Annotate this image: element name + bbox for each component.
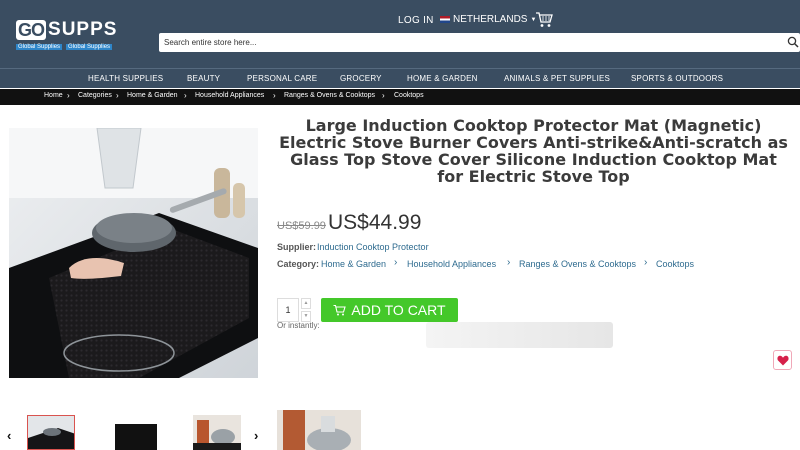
product-secondary-image[interactable]	[277, 410, 361, 450]
breadcrumb: Home › Categories › Home & Garden › Hous…	[0, 89, 800, 105]
category-link-home-garden[interactable]: Home & Garden	[321, 259, 386, 269]
search-input[interactable]	[159, 33, 779, 52]
supplier-label: Supplier:	[277, 242, 317, 252]
chevron-right-icon: ›	[507, 257, 511, 268]
chevron-right-icon: ›	[644, 257, 648, 268]
express-payment-button[interactable]	[426, 322, 613, 348]
category-label: Category:	[277, 259, 320, 269]
nav-item-health-supplies[interactable]: HEALTH SUPPLIES	[88, 74, 163, 83]
chevron-right-icon: ›	[184, 91, 187, 100]
breadcrumb-home[interactable]: Home	[44, 92, 63, 99]
country-label: NETHERLANDS	[453, 14, 528, 25]
product-photo	[9, 128, 258, 378]
logo-tagline-2: Global Supplies	[66, 44, 113, 50]
category-link-household-appliances[interactable]: Household Appliances	[407, 259, 496, 269]
chevron-right-icon: ›	[394, 257, 398, 268]
site-header: GO SUPPS Global Supplies Global Supplies…	[0, 0, 800, 68]
chevron-right-icon: ›	[273, 91, 276, 100]
site-logo[interactable]: GO SUPPS Global Supplies Global Supplies	[16, 18, 138, 56]
nav-item-animals-pet-supplies[interactable]: ANIMALS & PET SUPPLIES	[504, 74, 610, 83]
login-link[interactable]: LOG IN	[398, 15, 434, 26]
logo-go-text: GO	[16, 20, 47, 40]
logo-supps-text: SUPPS	[48, 19, 118, 40]
secondary-photo	[277, 410, 361, 450]
add-to-cart-button[interactable]: ADD TO CART	[321, 298, 458, 322]
country-selector[interactable]: NETHERLANDS ▼	[440, 14, 536, 25]
wishlist-button[interactable]	[773, 350, 792, 370]
category-link-cooktops[interactable]: Cooktops	[656, 259, 694, 269]
thumbnail-image	[112, 415, 160, 450]
quantity-input[interactable]: 1	[277, 298, 299, 322]
sale-price: US$44.99	[328, 211, 422, 234]
product-thumbnail[interactable]	[112, 415, 160, 450]
nav-item-grocery[interactable]: GROCERY	[340, 74, 382, 83]
breadcrumb-home-garden[interactable]: Home & Garden	[127, 92, 178, 99]
product-thumbnail[interactable]	[193, 415, 241, 450]
chevron-right-icon: ›	[116, 91, 119, 100]
thumbnail-next-icon[interactable]: ›	[254, 428, 258, 443]
chevron-right-icon: ›	[67, 91, 70, 100]
or-instantly-label: Or instantly:	[277, 321, 320, 330]
breadcrumb-cooktops[interactable]: Cooktops	[394, 92, 424, 99]
search-bar	[159, 33, 800, 52]
category-link-ranges-ovens-cooktops[interactable]: Ranges & Ovens & Cooktops	[519, 259, 636, 269]
thumbnail-image	[28, 416, 74, 449]
add-to-cart-label: ADD TO CART	[351, 302, 446, 318]
breadcrumb-ranges-ovens-cooktops[interactable]: Ranges & Ovens & Cooktops	[284, 92, 375, 99]
main-nav: HEALTH SUPPLIES BEAUTY PERSONAL CARE GRO…	[0, 68, 800, 88]
cart-icon	[333, 304, 347, 315]
product-main-image[interactable]	[9, 128, 258, 378]
nav-item-sports-outdoors[interactable]: SPORTS & OUTDOORS	[631, 74, 723, 83]
thumbnail-image	[193, 415, 241, 450]
nav-item-personal-care[interactable]: PERSONAL CARE	[247, 74, 317, 83]
heart-icon	[776, 355, 789, 365]
chevron-right-icon: ›	[382, 91, 385, 100]
product-title: Large Induction Cooktop Protector Mat (M…	[279, 116, 788, 186]
breadcrumb-categories[interactable]: Categories	[78, 92, 112, 99]
breadcrumb-household-appliances[interactable]: Household Appliances	[195, 92, 264, 99]
nav-item-home-garden[interactable]: HOME & GARDEN	[407, 74, 478, 83]
product-thumbnail[interactable]	[27, 415, 75, 450]
thumbnail-prev-icon[interactable]: ‹	[7, 428, 11, 443]
supplier-link[interactable]: Induction Cooktop Protector	[317, 242, 429, 252]
search-icon[interactable]	[787, 36, 799, 48]
quantity-increase-icon[interactable]: ▲	[301, 298, 311, 309]
shopping-cart-icon[interactable]	[535, 12, 553, 28]
original-price: US$59.99	[277, 220, 326, 232]
logo-tagline-1: Global Supplies	[16, 44, 63, 50]
netherlands-flag-icon	[440, 16, 450, 23]
nav-item-beauty[interactable]: BEAUTY	[187, 74, 220, 83]
